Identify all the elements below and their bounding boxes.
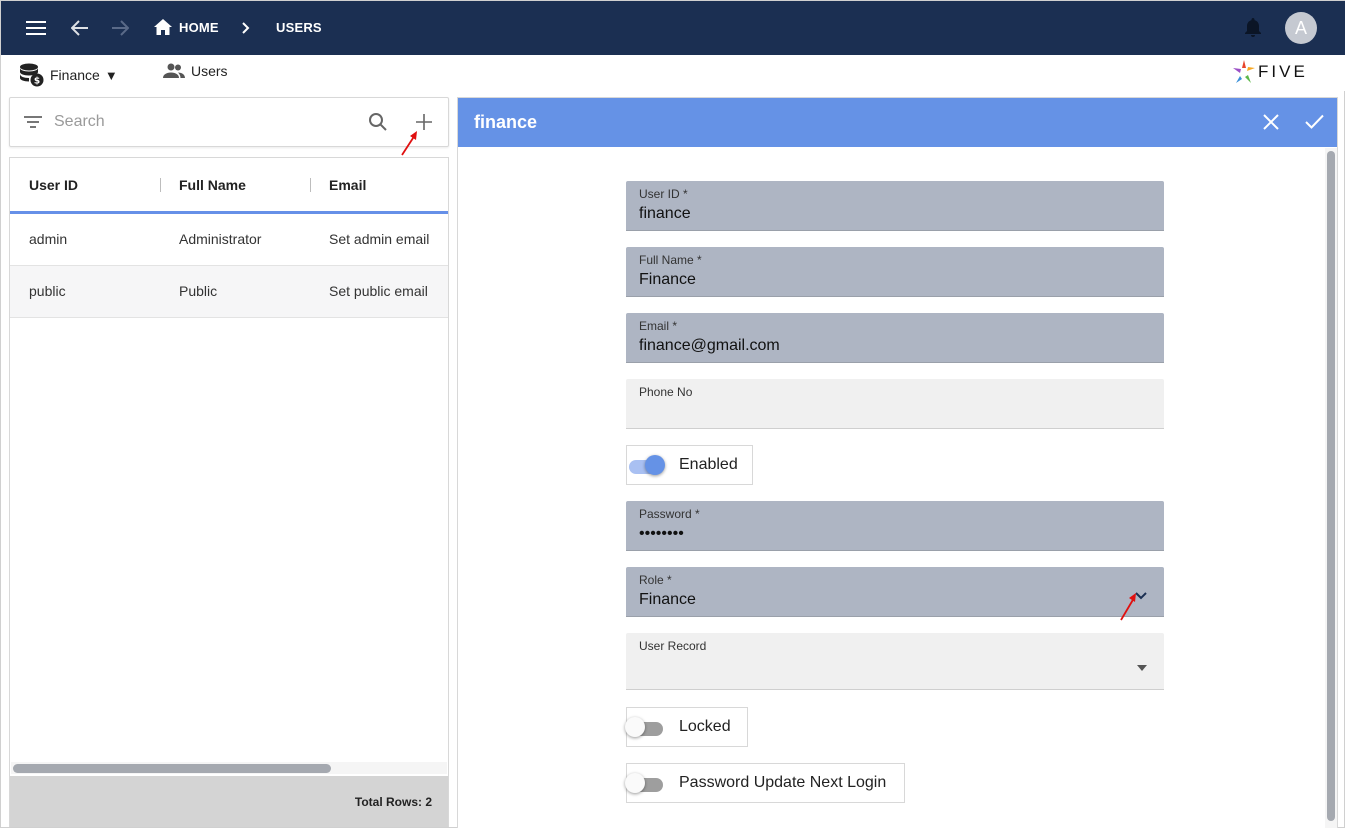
annotation-arrow-add (401, 131, 417, 156)
column-header-email[interactable]: Email (329, 177, 366, 193)
close-icon[interactable] (1263, 114, 1279, 135)
table-footer: Total Rows: 2 (10, 776, 448, 827)
hamburger-menu-icon[interactable] (23, 16, 49, 40)
chevron-right-icon (239, 19, 253, 37)
avatar-letter: A (1294, 17, 1307, 38)
notification-bell-icon[interactable] (1241, 16, 1265, 40)
password-field[interactable]: Password * •••••••• (626, 501, 1164, 551)
table-row[interactable]: admin Administrator Set admin email (10, 214, 448, 266)
phone-no-field[interactable]: Phone No (626, 379, 1164, 429)
password-label: Password * (639, 507, 700, 521)
email-label: Email * (639, 319, 678, 333)
cell-email: Set public email (329, 283, 428, 299)
role-select[interactable]: Role * Finance (626, 567, 1164, 617)
users-group-icon (163, 63, 185, 78)
scrollbar-thumb[interactable] (13, 764, 331, 773)
forward-arrow-icon[interactable] (107, 16, 133, 40)
back-arrow-icon[interactable] (67, 16, 93, 40)
column-header-full-name[interactable]: Full Name (179, 177, 246, 193)
role-label: Role * (639, 573, 672, 587)
search-bar: Search (9, 97, 449, 147)
toggle-knob (625, 717, 645, 737)
brand-text: FIVE (1258, 62, 1308, 81)
total-rows: Total Rows: 2 (354, 795, 432, 809)
locked-label: Locked (679, 718, 731, 735)
breadcrumb-users[interactable]: USERS (276, 20, 322, 35)
enabled-label: Enabled (679, 456, 738, 473)
phone-no-label: Phone No (639, 385, 693, 399)
menu-item-users[interactable]: Users (163, 63, 228, 79)
cell-user-id: public (29, 283, 66, 299)
vertical-scrollbar[interactable] (1325, 148, 1337, 828)
table-header: User ID Full Name Email (10, 158, 448, 214)
column-separator[interactable] (160, 178, 161, 192)
filter-icon[interactable] (24, 115, 42, 134)
annotation-arrow-role (1120, 593, 1136, 621)
form-title: finance (474, 112, 538, 132)
table-row[interactable]: public Public Set public email (10, 266, 448, 318)
dropdown-triangle-icon[interactable] (1137, 658, 1147, 676)
cell-user-id: admin (29, 231, 68, 247)
locked-toggle[interactable]: Locked (625, 707, 748, 747)
user-record-select[interactable]: User Record (626, 633, 1164, 690)
cell-full-name: Administrator (179, 231, 262, 247)
form-header: finance (458, 98, 1337, 147)
column-separator[interactable] (310, 178, 311, 192)
email-value: finance@gmail.com (639, 337, 780, 354)
user-form-panel: finance User ID * finance Full Name * Fi… (457, 97, 1338, 828)
password-update-label: Password Update Next Login (679, 774, 887, 791)
check-icon[interactable] (1305, 114, 1324, 134)
full-name-label: Full Name * (639, 253, 702, 267)
search-input[interactable]: Search (54, 113, 105, 131)
top-app-bar: HOME USERS A (1, 1, 1345, 55)
toggle-knob (625, 773, 645, 793)
toggle-knob (645, 455, 665, 475)
five-star-logo-icon (1233, 60, 1255, 83)
caret-down-icon: ▼ (104, 67, 118, 83)
search-icon[interactable] (368, 112, 388, 137)
app-menu-label: Finance (50, 67, 100, 83)
users-table: User ID Full Name Email admin Administra… (9, 157, 449, 827)
role-value: Finance (639, 591, 696, 608)
horizontal-scrollbar[interactable] (11, 762, 447, 774)
cell-full-name: Public (179, 283, 218, 299)
application-menu-bar: $ Finance ▼ Users FIVE (1, 55, 1345, 91)
users-menu-label: Users (191, 63, 228, 79)
password-update-next-login-toggle[interactable]: Password Update Next Login (625, 763, 905, 803)
home-icon[interactable] (153, 17, 173, 37)
svg-text:$: $ (34, 77, 40, 87)
full-name-field[interactable]: Full Name * Finance (626, 247, 1164, 297)
user-id-value: finance (639, 205, 691, 222)
database-dollar-icon: $ (20, 63, 44, 87)
password-value: •••••••• (639, 525, 684, 542)
breadcrumb-home[interactable]: HOME (179, 20, 219, 35)
cell-email: Set admin email (329, 231, 430, 247)
user-id-label: User ID * (639, 187, 688, 201)
email-field[interactable]: Email * finance@gmail.com (626, 313, 1164, 363)
user-avatar[interactable]: A (1285, 12, 1317, 44)
enabled-toggle[interactable]: Enabled (626, 445, 753, 485)
five-logo: FIVE (1233, 59, 1323, 85)
app-menu-finance[interactable]: $ Finance ▼ (19, 63, 118, 87)
full-name-value: Finance (639, 271, 696, 288)
column-header-user-id[interactable]: User ID (29, 177, 78, 193)
user-record-label: User Record (639, 639, 707, 653)
user-id-field[interactable]: User ID * finance (626, 181, 1164, 231)
scrollbar-thumb[interactable] (1327, 151, 1335, 821)
